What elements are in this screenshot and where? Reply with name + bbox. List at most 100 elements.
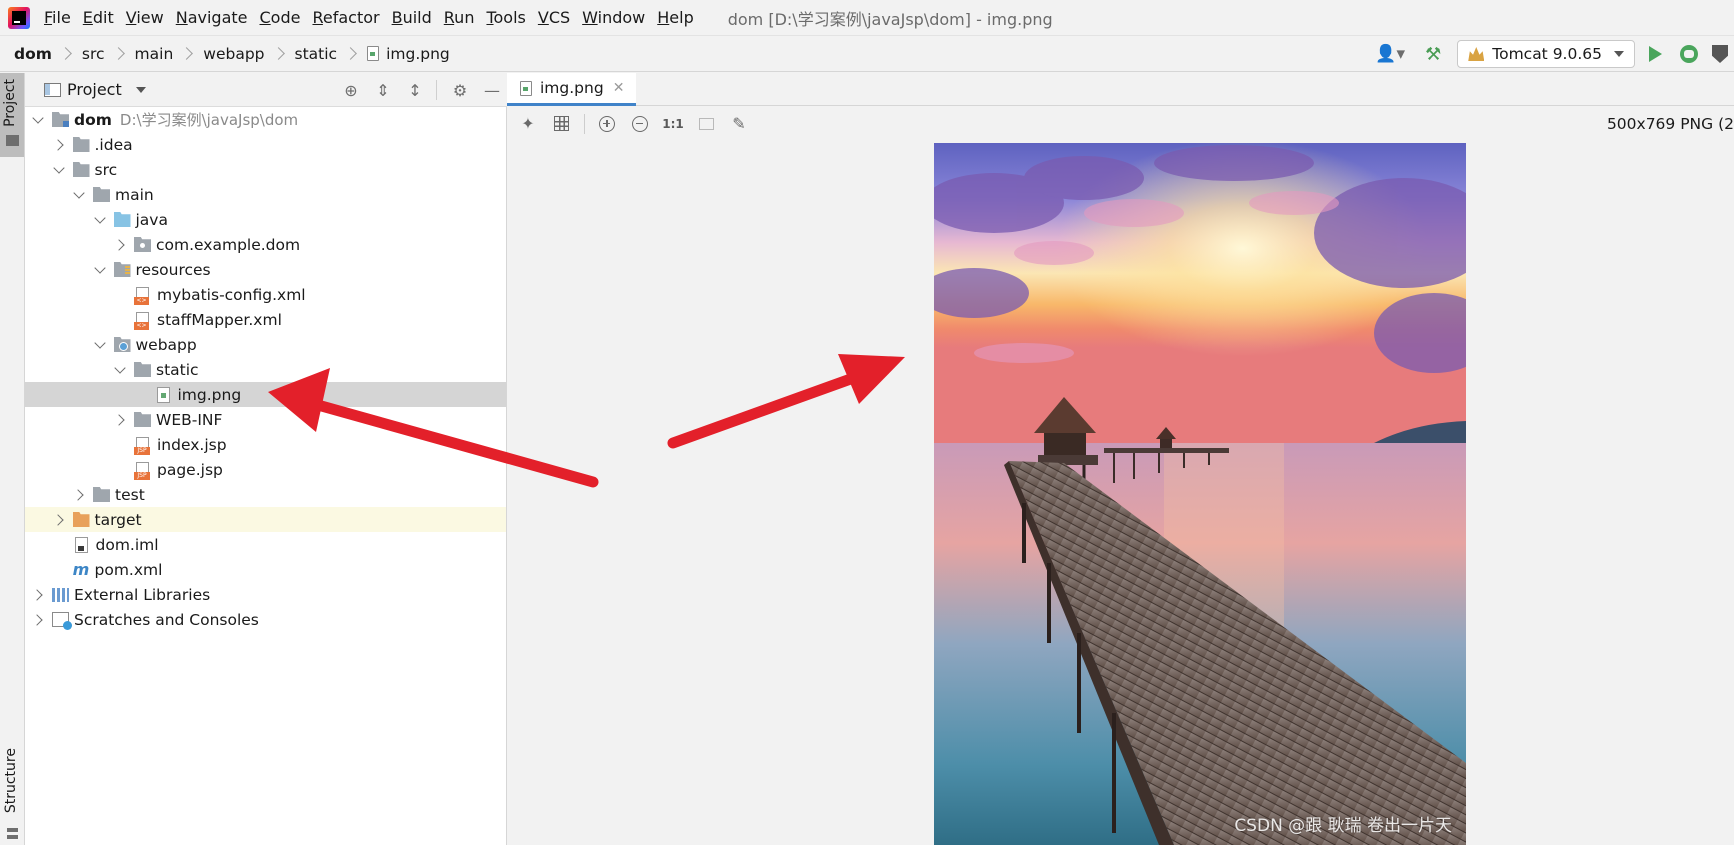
grid-icon[interactable] — [550, 113, 572, 135]
tree-node[interactable]: WEB-INF — [25, 407, 506, 432]
run-icon[interactable] — [1649, 46, 1662, 62]
chevron-down-icon[interactable] — [31, 112, 47, 128]
hide-icon[interactable]: — — [483, 81, 501, 100]
chevron-down-icon[interactable] — [113, 362, 129, 378]
chevron-down-icon[interactable] — [135, 86, 146, 93]
menu-item-edit[interactable]: Edit — [83, 8, 114, 27]
tree-node[interactable]: .idea — [25, 132, 506, 157]
menu-item-navigate[interactable]: Navigate — [176, 8, 248, 27]
menu-item-vcs[interactable]: VCS — [538, 8, 570, 27]
chevron-right-icon[interactable] — [31, 587, 47, 603]
menu-item-code[interactable]: Code — [260, 8, 301, 27]
breadcrumb-item[interactable]: main — [135, 45, 174, 63]
tree-node[interactable]: dom.iml — [25, 532, 506, 557]
breadcrumb-item[interactable]: static — [295, 45, 338, 63]
zoom-in-icon[interactable] — [596, 113, 618, 135]
tree-node[interactable]: page.jsp — [25, 457, 506, 482]
tree-node-label: com.example.dom — [156, 235, 301, 254]
actual-size-label: 1:1 — [662, 116, 684, 131]
chevron-down-icon[interactable] — [93, 262, 109, 278]
project-tool-button[interactable]: Project — [0, 73, 24, 157]
fit-icon[interactable] — [695, 113, 717, 135]
coverage-icon[interactable] — [1712, 45, 1728, 63]
collapse-all-icon[interactable]: ↕ — [406, 81, 424, 100]
menu-item-window[interactable]: Window — [582, 8, 645, 27]
tree-node[interactable]: static — [25, 357, 506, 382]
tree-node-label: pom.xml — [94, 560, 163, 579]
tab-img-png[interactable]: img.png ✕ — [507, 73, 637, 106]
tree-node[interactable]: resources — [25, 257, 506, 282]
tree-node[interactable]: com.example.dom — [25, 232, 506, 257]
tree-node[interactable]: java — [25, 207, 506, 232]
project-panel-title[interactable]: Project — [67, 80, 122, 99]
sunset-pier-image — [934, 143, 1466, 845]
tree-node[interactable]: External Libraries — [25, 582, 506, 607]
folder-icon — [72, 137, 90, 152]
expand-all-icon[interactable]: ⇕ — [374, 81, 392, 100]
tree-node-label: External Libraries — [74, 585, 211, 604]
module-folder-icon — [52, 112, 69, 127]
structure-tool-button[interactable]: Structure — [0, 748, 24, 843]
user-icon[interactable]: 👤▾ — [1373, 42, 1407, 66]
chevron-down-icon[interactable] — [72, 187, 88, 203]
chevron-right-icon[interactable] — [52, 512, 68, 528]
tree-node[interactable]: m pom.xml — [25, 557, 506, 582]
tree-node[interactable]: mybatis-config.xml — [25, 282, 506, 307]
tree-node[interactable]: main — [25, 182, 506, 207]
tree-node[interactable]: target — [25, 507, 506, 532]
image-toolbar: ✦ 1:1 ✎ — [507, 106, 1734, 141]
tree-node-label: webapp — [135, 335, 197, 354]
chevron-right-icon[interactable] — [113, 412, 129, 428]
menu-item-build[interactable]: Build — [392, 8, 432, 27]
chevron-down-icon[interactable] — [52, 162, 68, 178]
tree-node-path: D:\学习案例\javaJsp\dom — [119, 111, 299, 129]
tree-node[interactable]: test — [25, 482, 506, 507]
tree-node[interactable]: img.png — [25, 382, 506, 407]
tree-node[interactable]: index.jsp — [25, 432, 506, 457]
tree-node-label: mybatis-config.xml — [157, 285, 306, 304]
menu-item-refactor[interactable]: Refactor — [312, 8, 379, 27]
breadcrumb-item[interactable]: src — [82, 45, 105, 63]
scratches-icon — [52, 612, 72, 630]
tree-node[interactable]: Scratches and Consoles — [25, 607, 506, 632]
hammer-icon[interactable]: ⚒ — [1421, 42, 1445, 66]
locate-icon[interactable]: ⊕ — [342, 81, 360, 100]
chevron-right-icon[interactable] — [113, 237, 129, 253]
image-file-icon — [156, 386, 170, 403]
toolbar-divider — [436, 80, 437, 100]
actual-size-button[interactable]: 1:1 — [662, 113, 684, 135]
breadcrumb-item[interactable]: img.png — [367, 45, 450, 63]
menu-item-run[interactable]: Run — [444, 8, 475, 27]
tree-node-label: img.png — [177, 385, 242, 404]
chevron-down-icon[interactable] — [93, 337, 109, 353]
excluded-folder-icon — [72, 512, 90, 527]
chevron-right-icon[interactable] — [31, 612, 47, 628]
window-title: dom [D:\学习案例\javaJsp\dom] - img.png — [727, 9, 1053, 29]
close-icon[interactable]: ✕ — [613, 80, 625, 96]
gear-icon[interactable]: ⚙ — [451, 81, 469, 100]
tree-node[interactable]: webapp — [25, 332, 506, 357]
run-config-selector[interactable]: Tomcat 9.0.65 — [1457, 40, 1635, 68]
menu-item-file[interactable]: File — [44, 8, 71, 27]
chevron-right-icon[interactable] — [52, 137, 68, 153]
tree-node-label: src — [94, 160, 118, 179]
project-tree: dom D:\学习案例\javaJsp\dom .idea src main java co… — [25, 107, 506, 632]
breadcrumb: dom src main webapp static img.png — [0, 45, 450, 63]
tree-node[interactable]: src — [25, 157, 506, 182]
color-picker-icon[interactable]: ✎ — [728, 113, 750, 135]
fit-to-screen-icon[interactable]: ✦ — [517, 113, 539, 135]
breadcrumb-item[interactable]: webapp — [203, 45, 264, 63]
breadcrumb-item[interactable]: dom — [14, 45, 52, 63]
menu-item-help[interactable]: Help — [657, 8, 693, 27]
intellij-logo-icon[interactable] — [8, 6, 30, 29]
chevron-right-icon[interactable] — [72, 487, 88, 503]
menu-item-view[interactable]: View — [126, 8, 164, 27]
zoom-out-icon[interactable] — [629, 113, 651, 135]
tree-node[interactable]: dom D:\学习案例\javaJsp\dom — [25, 107, 506, 132]
chevron-down-icon[interactable] — [93, 212, 109, 228]
tree-node[interactable]: staffMapper.xml — [25, 307, 506, 332]
menu-item-tools[interactable]: Tools — [486, 8, 525, 27]
debug-icon[interactable] — [1680, 45, 1698, 63]
chevron-down-icon — [1614, 51, 1624, 57]
